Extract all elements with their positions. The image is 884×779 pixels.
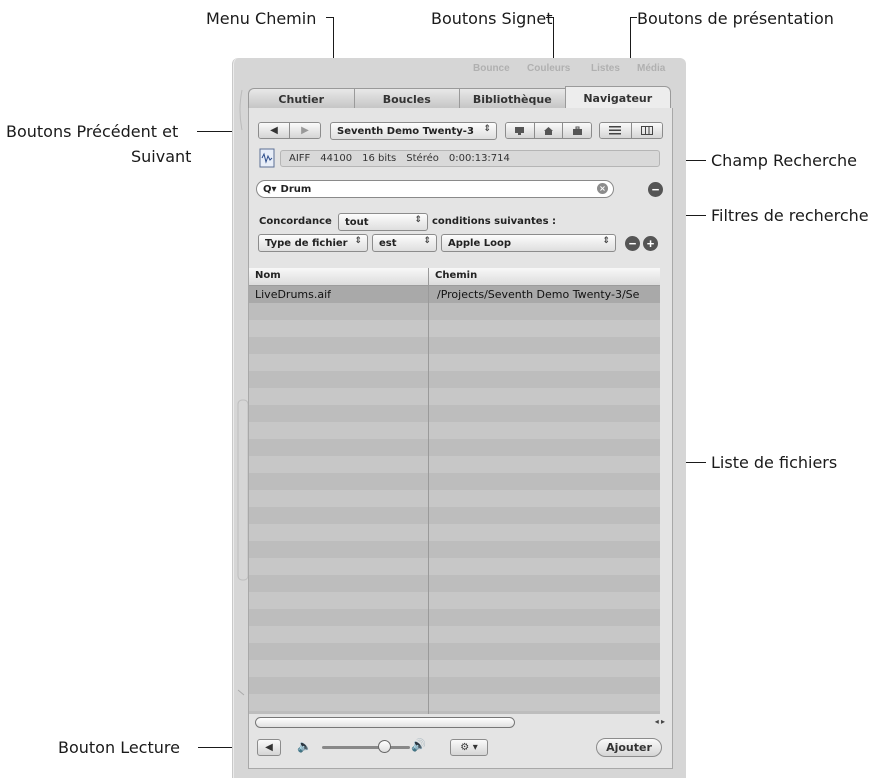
info-channels: Stéréo xyxy=(406,153,439,164)
callout-filtres-recherche: Filtres de recherche xyxy=(711,206,869,225)
row-path: /Projects/Seventh Demo Twenty-3/Se xyxy=(437,288,640,301)
info-duration: 0:00:13:714 xyxy=(448,153,510,164)
tab-chutier[interactable]: Chutier xyxy=(248,88,354,110)
search-icon: Q▾ xyxy=(263,183,277,195)
filter-operator-select[interactable]: est ⇕ xyxy=(372,234,437,252)
callout-liste-fichiers: Liste de fichiers xyxy=(711,453,838,472)
column-view-button[interactable] xyxy=(631,123,662,138)
column-separator xyxy=(428,268,429,714)
row-name: LiveDrums.aif xyxy=(255,288,332,301)
search-value: Drum xyxy=(280,183,312,195)
callout-menu-chemin: Menu Chemin xyxy=(206,9,317,28)
home-bookmark-button[interactable] xyxy=(534,123,564,138)
updown-arrows-icon: ⇕ xyxy=(414,215,422,225)
table-row[interactable]: LiveDrums.aif /Projects/Seventh Demo Twe… xyxy=(249,286,660,303)
play-icon: ◀ xyxy=(265,742,273,753)
concordance-select[interactable]: tout ⇕ xyxy=(338,213,428,231)
top-tab-listes[interactable]: Listes xyxy=(591,63,620,74)
bookmark-buttons xyxy=(505,122,592,139)
top-tab-bounce[interactable]: Bounce xyxy=(473,63,510,74)
callout-boutons-presentation: Boutons de présentation xyxy=(637,9,834,28)
forward-arrow-icon: ▶ xyxy=(301,125,309,136)
file-info-bar: AIFF 44100 16 bits Stéréo 0:00:13:714 xyxy=(280,150,660,167)
filter-field-select[interactable]: Type de fichier ⇕ xyxy=(258,234,368,252)
concordance-value: tout xyxy=(345,216,369,228)
add-button-label: Ajouter xyxy=(606,741,652,754)
tab-bar: Chutier Boucles Bibliothèque Navigateur xyxy=(248,86,671,110)
horizontal-scrollbar[interactable]: ◂ ▸ xyxy=(255,716,665,728)
updown-arrows-icon: ⇕ xyxy=(423,236,431,246)
file-list-rows: LiveDrums.aif /Projects/Seventh Demo Twe… xyxy=(249,286,660,714)
filter-field-value: Type de fichier xyxy=(265,237,348,249)
concordance-label: Concordance xyxy=(259,216,332,227)
action-menu-button[interactable]: ⚙ ▾ xyxy=(450,739,488,756)
column-header-chemin[interactable]: Chemin xyxy=(435,270,477,281)
info-format: AIFF xyxy=(289,153,311,164)
column-header-nom[interactable]: Nom xyxy=(255,270,281,281)
briefcase-icon xyxy=(572,126,582,135)
volume-slider-track[interactable] xyxy=(322,746,410,749)
back-forward-buttons: ◀ ▶ xyxy=(258,122,321,139)
forward-button[interactable]: ▶ xyxy=(290,123,320,138)
clear-search-icon[interactable]: × xyxy=(597,183,608,194)
list-view-button[interactable] xyxy=(600,123,632,138)
list-view-icon xyxy=(609,126,622,135)
column-view-icon xyxy=(640,126,653,135)
path-menu[interactable]: Seventh Demo Twenty-3 ⇕ xyxy=(330,122,497,140)
volume-low-icon: 🔈 xyxy=(297,739,312,753)
documents-bookmark-button[interactable] xyxy=(563,123,591,138)
updown-arrows-icon: ⇕ xyxy=(483,124,491,134)
computer-bookmark-button[interactable] xyxy=(506,123,535,138)
top-tab-media[interactable]: Média xyxy=(637,63,665,74)
filter-value: Apple Loop xyxy=(448,237,512,249)
path-menu-label: Seventh Demo Twenty-3 xyxy=(337,125,474,137)
scroll-arrows-icon[interactable]: ◂ ▸ xyxy=(655,717,665,726)
filter-operator-value: est xyxy=(379,237,397,249)
back-arrow-icon: ◀ xyxy=(270,125,278,136)
callout-precedent-suivant: Boutons Précédent et xyxy=(6,122,179,141)
remove-filter-button[interactable]: − xyxy=(625,236,640,251)
file-list-header: Nom Chemin xyxy=(249,268,660,286)
play-button[interactable]: ◀ xyxy=(257,739,281,756)
info-bits: 16 bits xyxy=(362,153,397,164)
filter-value-select[interactable]: Apple Loop ⇕ xyxy=(441,234,616,252)
back-button[interactable]: ◀ xyxy=(259,123,290,138)
view-buttons xyxy=(599,122,663,139)
gear-icon: ⚙ ▾ xyxy=(460,742,478,753)
tab-boucles[interactable]: Boucles xyxy=(353,88,459,110)
bottom-bar: ◀ 🔈 🔊 ⚙ ▾ Ajouter xyxy=(249,733,670,763)
file-list: Nom Chemin LiveDrums.aif /Projects/Seven… xyxy=(249,268,660,714)
callout-boutons-signet: Boutons Signet xyxy=(431,9,553,28)
remove-search-button[interactable]: − xyxy=(648,182,663,197)
callout-champ-recherche: Champ Recherche xyxy=(711,151,857,170)
home-icon xyxy=(544,126,553,135)
volume-high-icon: 🔊 xyxy=(411,738,426,752)
updown-arrows-icon: ⇕ xyxy=(354,236,362,246)
conditions-label: conditions suivantes : xyxy=(432,216,557,227)
info-rate: 44100 xyxy=(320,153,353,164)
add-button[interactable]: Ajouter xyxy=(596,738,662,757)
scrollbar-thumb[interactable] xyxy=(255,717,515,728)
callout-bouton-lecture: Bouton Lecture xyxy=(58,738,180,757)
updown-arrows-icon: ⇕ xyxy=(602,236,610,246)
top-tab-couleurs[interactable]: Couleurs xyxy=(527,63,570,74)
volume-slider-knob[interactable] xyxy=(378,740,391,753)
audio-file-icon xyxy=(259,148,275,168)
search-field[interactable]: Q▾ Drum × xyxy=(256,180,614,198)
computer-icon xyxy=(515,126,525,135)
add-filter-button[interactable]: + xyxy=(643,236,658,251)
tab-navigateur[interactable]: Navigateur xyxy=(564,86,671,109)
callout-precedent-suivant-2: Suivant xyxy=(131,147,192,166)
tab-bibliotheque[interactable]: Bibliothèque xyxy=(459,88,565,110)
